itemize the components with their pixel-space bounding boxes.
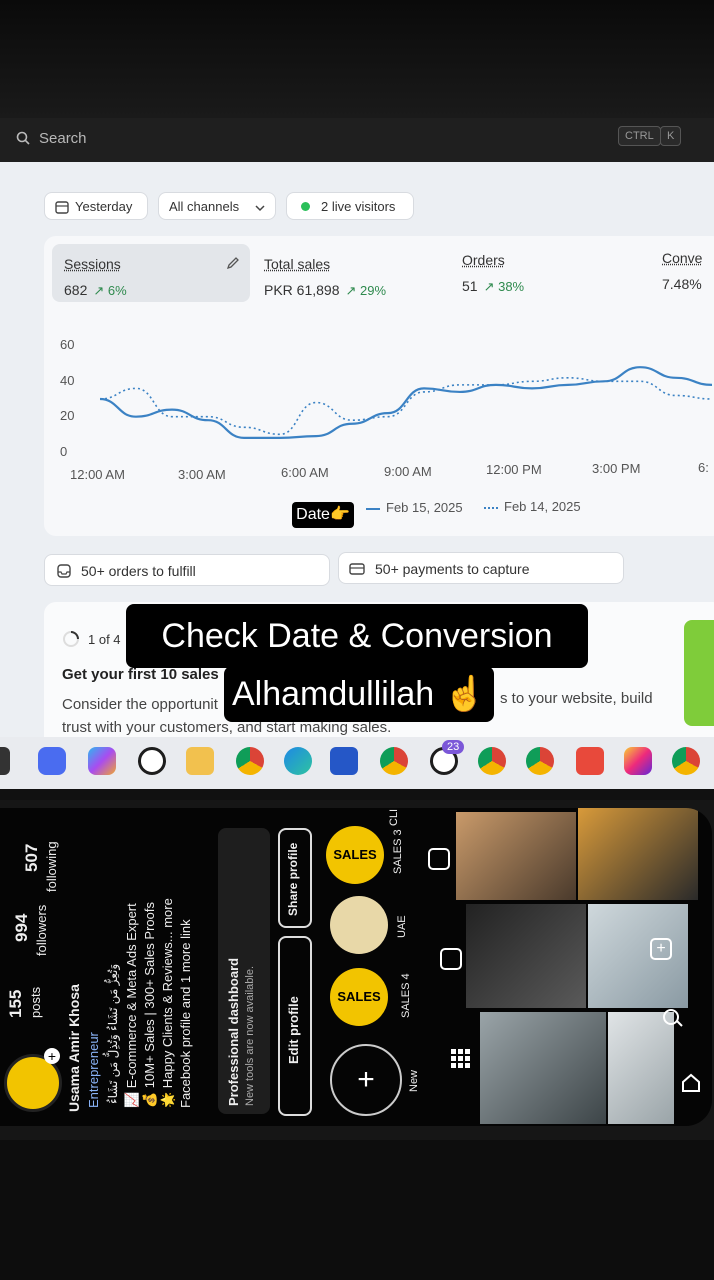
chrome-icon[interactable] xyxy=(526,747,554,775)
orders-to-fulfill-button[interactable]: 50+ orders to fulfill xyxy=(44,554,330,586)
add-story-icon[interactable]: + xyxy=(44,1048,60,1064)
followers-count[interactable]: 994 xyxy=(12,914,32,942)
create-icon[interactable]: + xyxy=(650,938,672,960)
chrome-icon[interactable] xyxy=(380,747,408,775)
monitor-bezel xyxy=(0,0,714,118)
copilot-icon[interactable] xyxy=(88,747,116,775)
payments-to-capture-button[interactable]: 50+ payments to capture xyxy=(338,552,624,584)
x-tick-label: 12:00 PM xyxy=(486,462,542,477)
posts-count: 155 xyxy=(6,989,25,1018)
setup-title: Get your first 10 sales xyxy=(62,666,219,683)
home-icon[interactable] xyxy=(680,1072,702,1094)
taskbar-app-icon[interactable] xyxy=(0,747,10,775)
highlight-label: SALES 4 xyxy=(400,973,412,1018)
chrome-icon[interactable] xyxy=(672,747,700,775)
bio-line: 💰 10M+ Sales | 300+ Sales Proofs xyxy=(142,901,157,1108)
series-line-current xyxy=(99,366,713,439)
date-badge: Date👉 xyxy=(292,502,354,528)
search-bar[interactable]: Search CTRL K xyxy=(0,118,714,162)
post-thumbnail[interactable] xyxy=(456,812,576,900)
setup-body: s to your website, build xyxy=(500,690,653,707)
progress-ring-icon xyxy=(63,631,79,647)
shortcut-ctrl: CTRL xyxy=(618,126,661,146)
x-tick-label: 6:00 AM xyxy=(281,465,329,480)
x-tick-label: 3:00 AM xyxy=(178,467,226,482)
taskbar: 23 xyxy=(0,737,714,789)
desk-background xyxy=(0,1140,714,1280)
highlight-label: New xyxy=(408,1069,420,1092)
chrome-icon[interactable] xyxy=(236,747,264,775)
bio-arabic: وَتُعِزُّ مَن تَشَاءُ وَتُذِلُّ مَن تَشَ… xyxy=(106,963,120,1104)
following-label: following xyxy=(44,841,59,892)
chrome-icon[interactable] xyxy=(478,747,506,775)
legend-solid-line xyxy=(366,507,380,510)
legend-dotted-line xyxy=(484,506,498,509)
download-app-icon[interactable] xyxy=(576,747,604,775)
edge-icon[interactable] xyxy=(284,747,312,775)
tagged-icon[interactable] xyxy=(428,848,450,870)
shortcut-k: K xyxy=(660,126,682,146)
bio-line[interactable]: 🌟 Happy Clients & Reviews... more xyxy=(160,898,176,1108)
post-thumbnail[interactable] xyxy=(608,1012,674,1124)
phone-screen: + 155 posts 994 followers 507 following … xyxy=(0,808,712,1126)
legend-item-current: Feb 15, 2025 xyxy=(366,500,463,515)
bio-line: 📈 E-commerce & Meta Ads Expert xyxy=(124,903,139,1108)
profile-category: Entrepreneur xyxy=(86,1032,101,1108)
file-explorer-icon[interactable] xyxy=(186,747,214,775)
x-tick-label: 6: xyxy=(698,460,709,475)
reels-icon[interactable] xyxy=(440,948,462,970)
post-thumbnail[interactable] xyxy=(466,904,586,1008)
share-profile-label: Share profile xyxy=(286,842,300,916)
search-icon[interactable] xyxy=(662,1006,684,1028)
notification-badge: 23 xyxy=(442,740,465,754)
highlight-sales-4[interactable]: SALES xyxy=(330,968,388,1026)
caption-line-2: Alhamdullilah ☝️ xyxy=(224,666,494,722)
highlight-sales-3[interactable]: SALES xyxy=(326,826,384,884)
posts-label: posts xyxy=(28,986,43,1018)
highlight-label: CLI xyxy=(388,808,400,826)
dashboard-subtitle: New tools are now available. xyxy=(244,965,256,1106)
highlight-label: SALES 3 xyxy=(392,829,404,874)
grid-icon[interactable] xyxy=(450,1048,472,1070)
highlight-label: UAE xyxy=(396,915,408,938)
search-icon xyxy=(16,131,30,145)
setup-body: Consider the opportunit xyxy=(62,696,218,713)
profile-name: Usama Amir Khosa xyxy=(66,984,82,1112)
post-thumbnail[interactable] xyxy=(480,1012,606,1124)
instagram-icon[interactable] xyxy=(624,747,652,775)
post-thumbnail[interactable] xyxy=(588,904,688,1008)
caption-line-1: Check Date & Conversion Rate xyxy=(126,604,588,719)
profile-link[interactable]: Facebook profile and 1 more link xyxy=(178,919,193,1108)
followers-label: followers xyxy=(34,904,49,956)
zoom-app-icon[interactable] xyxy=(38,747,66,775)
post-thumbnail[interactable] xyxy=(578,808,698,900)
money-icon xyxy=(349,563,365,575)
whatsapp-icon[interactable] xyxy=(138,747,166,775)
x-tick-label: 9:00 AM xyxy=(384,464,432,479)
inbox-icon xyxy=(57,564,71,578)
store-icon[interactable] xyxy=(330,747,358,775)
following-count[interactable]: 507 xyxy=(22,844,42,872)
dashboard-title: Professional dashboard xyxy=(226,957,241,1106)
x-tick-label: 3:00 PM xyxy=(592,461,641,476)
search-input[interactable]: Search xyxy=(39,130,87,147)
series-line-previous xyxy=(99,376,713,436)
new-highlight-button[interactable]: + xyxy=(330,1044,402,1116)
setup-illustration xyxy=(684,620,714,726)
setup-progress: 1 of 4 xyxy=(88,632,121,647)
edit-profile-label: Edit profile xyxy=(286,996,301,1064)
sessions-line-chart xyxy=(99,366,713,439)
x-tick-label: 12:00 AM xyxy=(70,467,125,482)
legend-item-previous: Feb 14, 2025 xyxy=(484,499,581,514)
highlight-uae[interactable] xyxy=(330,896,388,954)
